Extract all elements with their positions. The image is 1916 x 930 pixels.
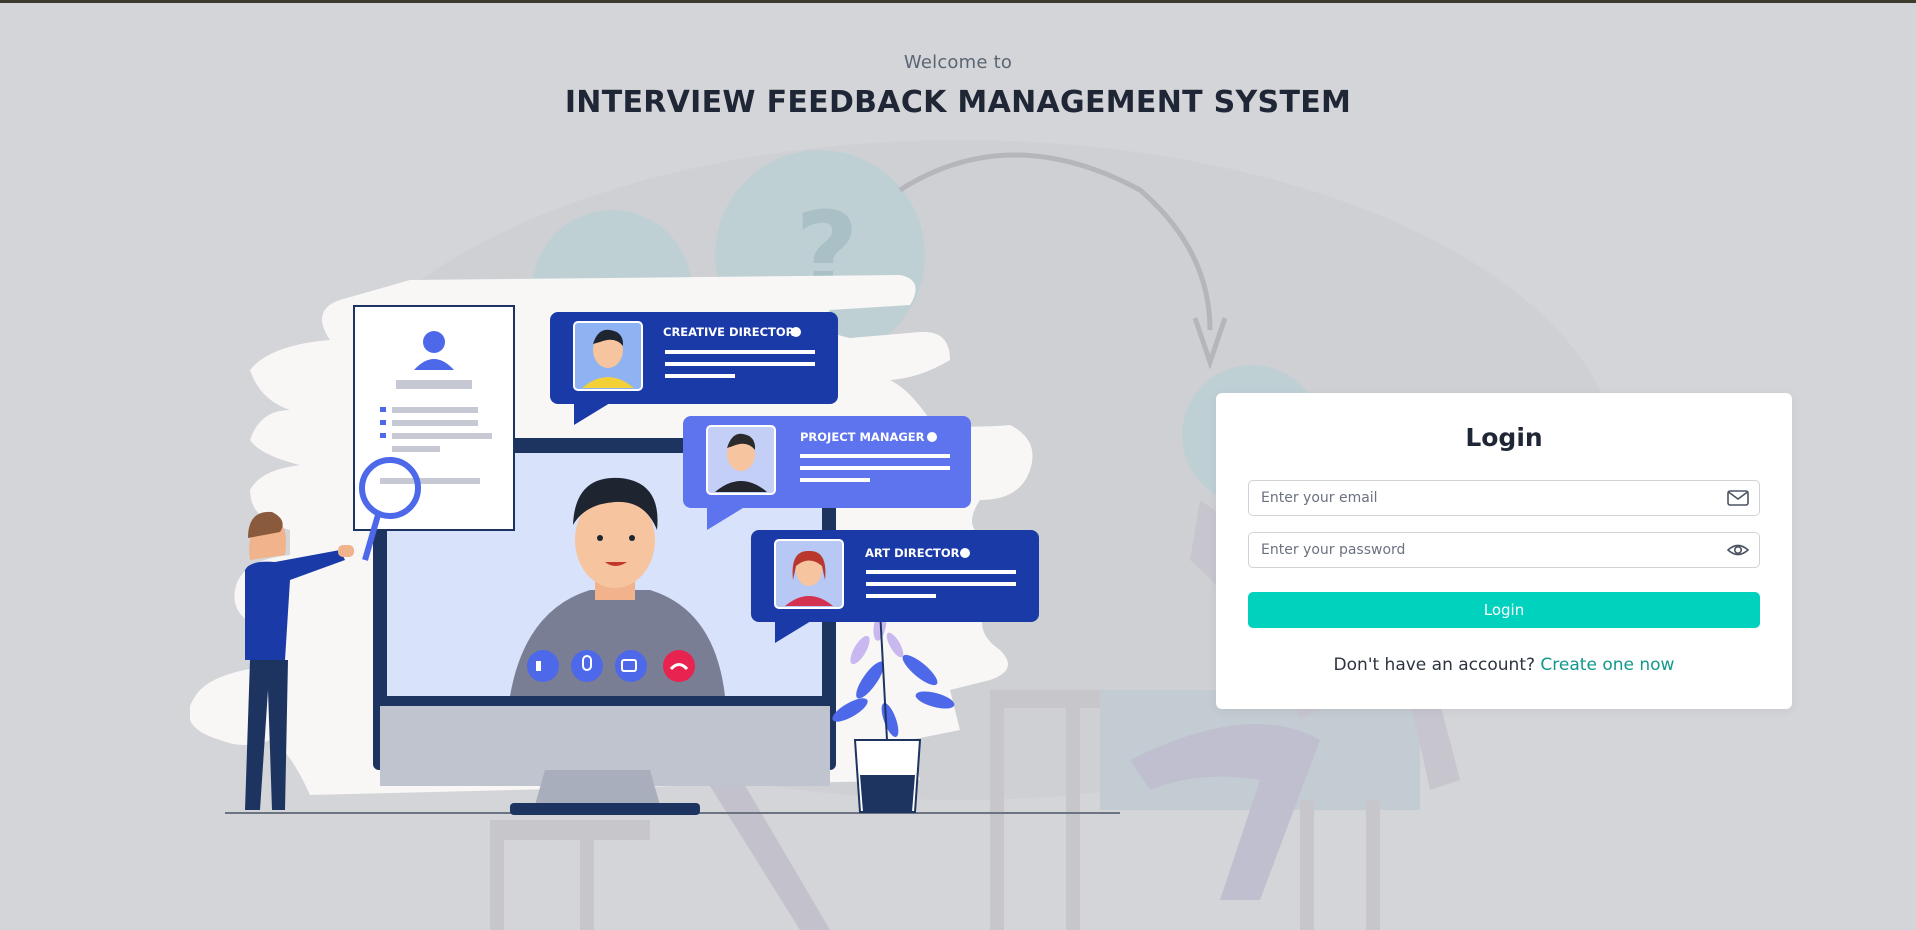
page-header: Welcome to INTERVIEW FEEDBACK MANAGEMENT… bbox=[0, 52, 1916, 120]
email-input[interactable] bbox=[1249, 481, 1709, 515]
password-field-wrapper bbox=[1248, 532, 1760, 568]
signup-prompt: Don't have an account? Create one now bbox=[1216, 655, 1792, 675]
welcome-text: Welcome to bbox=[903, 52, 1013, 73]
create-account-link[interactable]: Create one now bbox=[1540, 655, 1674, 675]
password-input[interactable] bbox=[1249, 533, 1709, 567]
signup-prompt-text: Don't have an account? bbox=[1333, 655, 1536, 675]
login-card: Login Login Don't have an account? Creat… bbox=[1216, 393, 1792, 709]
bubble-role-2: PROJECT MANAGER bbox=[800, 430, 925, 444]
envelope-icon bbox=[1727, 490, 1749, 506]
bubble-role-3: ART DIRECTOR bbox=[865, 546, 960, 560]
bubble-role-1: CREATIVE DIRECTOR bbox=[663, 325, 795, 339]
page-title: INTERVIEW FEEDBACK MANAGEMENT SYSTEM bbox=[564, 85, 1352, 120]
hero-illustration: CREATIVE DIRECTOR PROJECT MANAGER ART DI… bbox=[190, 275, 1120, 815]
eye-icon[interactable] bbox=[1727, 541, 1749, 559]
login-button[interactable]: Login bbox=[1248, 592, 1760, 628]
login-title: Login bbox=[1465, 423, 1543, 452]
email-field-wrapper bbox=[1248, 480, 1760, 516]
